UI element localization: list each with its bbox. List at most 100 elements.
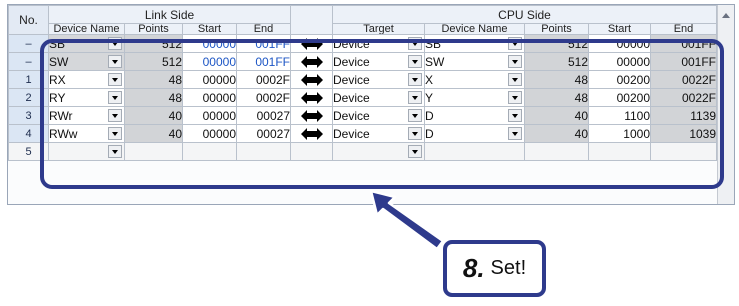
link-device-name-value: RX xyxy=(49,72,66,87)
cpu-device-name-value: SW xyxy=(425,54,445,69)
chevron-down-icon[interactable] xyxy=(108,109,122,122)
link-device-name-select[interactable]: SB xyxy=(48,34,125,53)
chevron-down-icon[interactable] xyxy=(408,37,422,50)
chevron-down-icon[interactable] xyxy=(508,55,522,68)
link-points-cell: 48 xyxy=(124,88,183,107)
chevron-down-icon[interactable] xyxy=(108,73,122,86)
chevron-down-icon[interactable] xyxy=(408,73,422,86)
link-device-name-select[interactable]: SW xyxy=(48,52,125,71)
cpu-points-cell: 48 xyxy=(524,88,589,107)
link-device-name-select[interactable]: RWr xyxy=(48,106,125,125)
target-select[interactable] xyxy=(332,142,425,161)
table-row: 1 RX 48 00000 0002F Device X 48 00200 0022F xyxy=(8,70,718,89)
link-start-input[interactable]: 00000 xyxy=(182,88,237,107)
link-end-input[interactable]: 0002F xyxy=(236,88,291,107)
col-header-link-points: Points xyxy=(124,23,183,35)
chevron-down-icon[interactable] xyxy=(108,127,122,140)
cpu-start-input[interactable]: 00000 xyxy=(588,34,651,53)
cpu-device-name-select[interactable]: X xyxy=(424,70,525,89)
col-header-target: Target xyxy=(332,23,425,35)
chevron-down-icon[interactable] xyxy=(508,73,522,86)
cpu-device-name-select[interactable]: Y xyxy=(424,88,525,107)
chevron-down-icon[interactable] xyxy=(408,91,422,104)
cpu-start-input[interactable]: 00200 xyxy=(588,70,651,89)
cpu-points-cell: 48 xyxy=(524,70,589,89)
col-header-link-device-name: Device Name xyxy=(48,23,125,35)
cpu-start-input[interactable]: 1100 xyxy=(588,106,651,125)
link-end-input[interactable]: 001FF xyxy=(236,52,291,71)
vertical-scrollbar[interactable] xyxy=(717,5,734,204)
col-header-cpu-device-name: Device Name xyxy=(424,23,525,35)
target-select[interactable]: Device xyxy=(332,70,425,89)
cpu-device-name-select[interactable]: SW xyxy=(424,52,525,71)
cpu-device-name-select[interactable]: SB xyxy=(424,34,525,53)
chevron-down-icon[interactable] xyxy=(408,127,422,140)
cpu-start-input[interactable]: 1000 xyxy=(588,124,651,143)
table-row-empty: 5 xyxy=(8,142,718,161)
link-start-input[interactable]: 00000 xyxy=(182,34,237,53)
chevron-down-icon[interactable] xyxy=(108,145,122,158)
row-number: 4 xyxy=(8,124,49,143)
chevron-down-icon[interactable] xyxy=(408,55,422,68)
cpu-device-name-value: Y xyxy=(425,90,434,105)
double-arrow-icon xyxy=(290,106,333,125)
link-start-input[interactable]: 00000 xyxy=(182,70,237,89)
target-select[interactable]: Device xyxy=(332,34,425,53)
link-end-input[interactable]: 001FF xyxy=(236,34,291,53)
target-select[interactable]: Device xyxy=(332,124,425,143)
link-points-cell: 48 xyxy=(124,70,183,89)
header-arrow-col xyxy=(290,5,333,35)
row-number: 5 xyxy=(8,142,49,161)
chevron-down-icon[interactable] xyxy=(508,37,522,50)
chevron-down-icon[interactable] xyxy=(408,145,422,158)
double-arrow-icon xyxy=(290,124,333,143)
cpu-points-cell: 40 xyxy=(524,106,589,125)
target-select[interactable]: Device xyxy=(332,52,425,71)
chevron-down-icon[interactable] xyxy=(108,55,122,68)
link-device-name-select[interactable]: RX xyxy=(48,70,125,89)
row-number: 3 xyxy=(8,106,49,125)
link-device-name-select[interactable]: RY xyxy=(48,88,125,107)
cpu-end-cell: 001FF xyxy=(649,34,718,53)
link-end-input[interactable]: 00027 xyxy=(236,124,291,143)
col-header-link-end: End xyxy=(236,23,291,35)
link-start-input[interactable]: 00000 xyxy=(182,124,237,143)
cpu-device-name-select[interactable]: D xyxy=(424,124,525,143)
cpu-end-cell: 0022F xyxy=(649,88,718,107)
link-start-input[interactable]: 00000 xyxy=(182,52,237,71)
target-value: Device xyxy=(333,108,370,123)
scroll-up-arrow-icon[interactable] xyxy=(722,13,730,18)
link-refresh-grid: No. Link Side CPU Side Device Name Point… xyxy=(7,4,735,205)
link-end-input[interactable]: 00027 xyxy=(236,106,291,125)
cpu-points-cell: 512 xyxy=(524,34,589,53)
double-arrow-icon xyxy=(290,88,333,107)
row-number: – xyxy=(8,52,49,71)
cpu-end-cell: 1039 xyxy=(649,124,718,143)
chevron-down-icon[interactable] xyxy=(108,37,122,50)
link-device-name-value: SB xyxy=(49,36,66,51)
link-device-name-select[interactable] xyxy=(48,142,125,161)
link-device-name-value: RY xyxy=(49,90,66,105)
link-start-input[interactable]: 00000 xyxy=(182,106,237,125)
step-callout: 8. Set! xyxy=(443,240,546,297)
double-arrow-icon xyxy=(290,52,333,71)
target-value: Device xyxy=(333,90,370,105)
link-device-name-select[interactable]: RWw xyxy=(48,124,125,143)
col-header-no: No. xyxy=(8,5,49,35)
cpu-device-name-select[interactable]: D xyxy=(424,106,525,125)
target-select[interactable]: Device xyxy=(332,88,425,107)
target-select[interactable]: Device xyxy=(332,106,425,125)
cpu-start-input[interactable]: 00000 xyxy=(588,52,651,71)
link-device-name-value: RWw xyxy=(49,126,78,141)
chevron-down-icon[interactable] xyxy=(408,109,422,122)
table-row: 4 RWw 40 00000 00027 Device D 40 1000 1039 xyxy=(8,124,718,143)
chevron-down-icon[interactable] xyxy=(108,91,122,104)
chevron-down-icon[interactable] xyxy=(508,91,522,104)
cpu-end-cell: 1139 xyxy=(649,106,718,125)
double-arrow-icon xyxy=(290,142,333,161)
cpu-points-cell: 40 xyxy=(524,124,589,143)
chevron-down-icon[interactable] xyxy=(508,127,522,140)
cpu-start-input[interactable]: 00200 xyxy=(588,88,651,107)
chevron-down-icon[interactable] xyxy=(508,109,522,122)
link-end-input[interactable]: 0002F xyxy=(236,70,291,89)
